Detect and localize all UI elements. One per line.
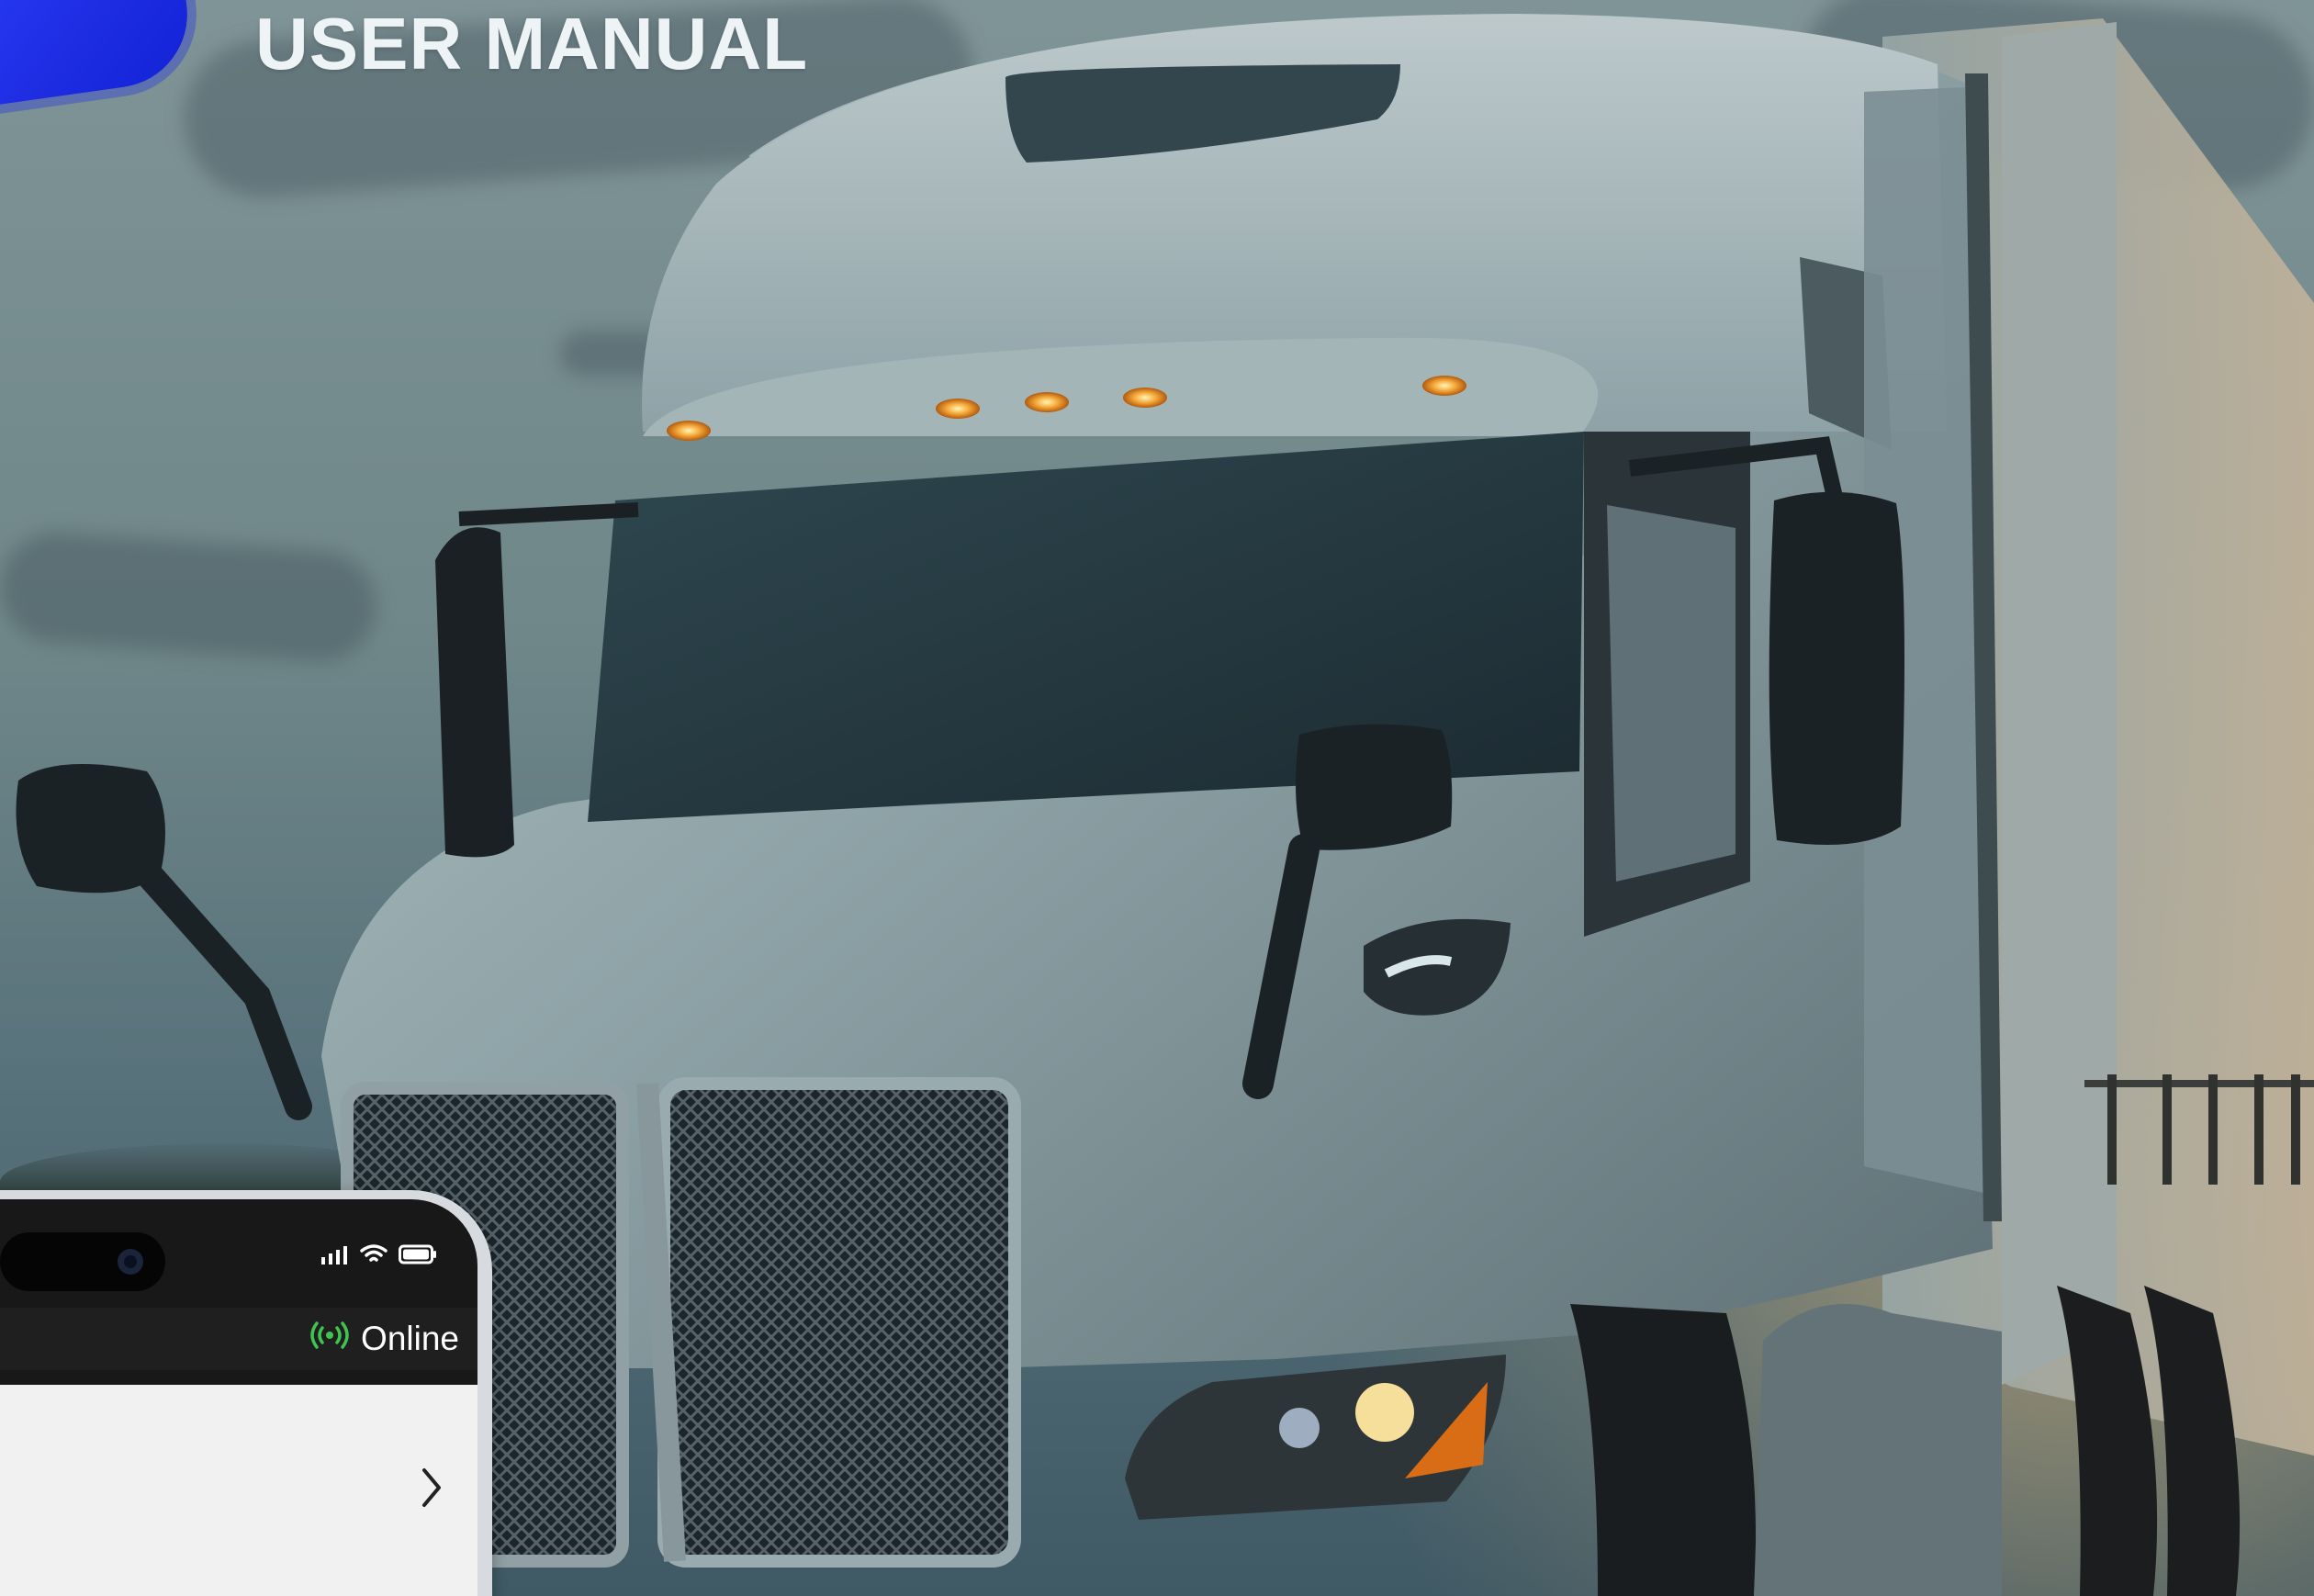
wifi-icon <box>360 1243 388 1269</box>
dynamic-island <box>0 1232 165 1291</box>
hero-scene: USER MANUAL Online <box>0 0 2314 1596</box>
chevron-right-icon <box>419 1467 444 1512</box>
app-header: Online <box>0 1308 477 1370</box>
online-indicator-icon <box>309 1317 350 1361</box>
cloud <box>560 331 753 377</box>
phone-screen: Online <box>0 1199 477 1596</box>
online-status: Online <box>309 1317 459 1361</box>
online-status-label: Online <box>361 1320 459 1357</box>
camera-icon <box>118 1249 143 1275</box>
phone-mockup: Online <box>0 1190 492 1596</box>
page-title: USER MANUAL <box>255 3 809 84</box>
chevron-right-button[interactable] <box>410 1462 454 1517</box>
battery-icon <box>399 1244 437 1268</box>
signal-icon <box>321 1244 349 1268</box>
status-bar <box>321 1243 437 1269</box>
menu-item-card[interactable] <box>0 1385 477 1596</box>
